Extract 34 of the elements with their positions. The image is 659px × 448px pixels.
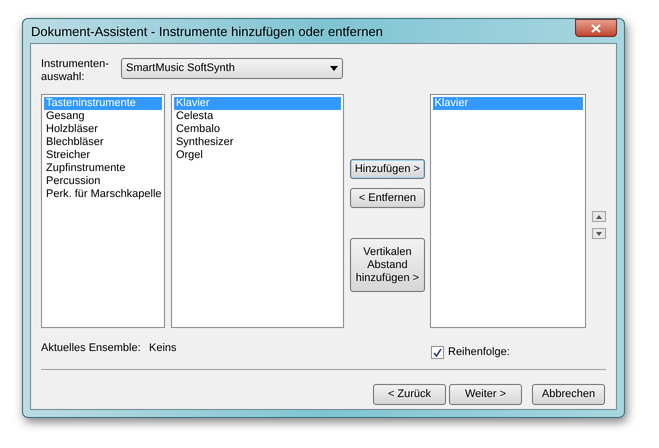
close-button[interactable]: [575, 19, 617, 37]
down-arrow-icon: [596, 232, 602, 236]
current-ensemble-label: Aktuelles Ensemble:: [41, 341, 142, 356]
dropdown-caret-icon: [330, 66, 338, 71]
window-title: Dokument-Assistent - Instrumente hinzufügen oder entfernen: [30, 23, 383, 42]
instrument-dropdown[interactable]: SmartMusic SoftSynth: [121, 58, 343, 79]
list-box[interactable]: Tasteninstrumente Gesang Holzbläser Blechbläser Streicher Zupfinstrumente Percussion Perk. für Marschkapelle: [41, 94, 165, 328]
order-checkbox-label: Reihenfolge:: [448, 345, 510, 360]
order-checkbox[interactable]: [431, 346, 444, 359]
up-arrow-icon: [596, 214, 602, 218]
move-button[interactable]: Hinzufügen >: [350, 159, 425, 179]
list-item[interactable]: Zupfinstrumente: [44, 162, 162, 175]
move-button[interactable]: Vertikalen Abstand hinzufügen >: [350, 238, 425, 292]
move-up-button[interactable]: [592, 211, 606, 222]
list-item[interactable]: Blechbläser: [44, 136, 162, 149]
list-item[interactable]: Celesta: [174, 110, 342, 123]
list-item[interactable]: Percussion: [44, 175, 162, 188]
footer-button[interactable]: Weiter >: [449, 384, 522, 405]
footer-button[interactable]: Abbrechen: [532, 384, 605, 405]
footer-button[interactable]: < Zurück: [373, 384, 446, 405]
list-box[interactable]: Klavier Celesta Cembalo Synthesizer Orgel: [170, 94, 344, 328]
list-item[interactable]: Gesang: [44, 110, 162, 123]
move-button[interactable]: < Entfernen: [350, 188, 425, 208]
instrument-selection-label: Instrumenten- auswahl:: [41, 58, 110, 84]
list-item[interactable]: Synthesizer: [174, 136, 342, 149]
list-item[interactable]: Perk. für Marschkapelle: [44, 188, 162, 201]
close-icon: [591, 24, 601, 32]
list-item[interactable]: Holzbläser: [44, 123, 162, 136]
move-down-button[interactable]: [592, 228, 606, 239]
list-item[interactable]: Orgel: [174, 149, 342, 162]
checkmark-icon: [433, 348, 442, 357]
list-item[interactable]: Streicher: [44, 149, 162, 162]
current-ensemble-value: Keins: [149, 341, 178, 356]
list-item[interactable]: Cembalo: [174, 123, 342, 136]
